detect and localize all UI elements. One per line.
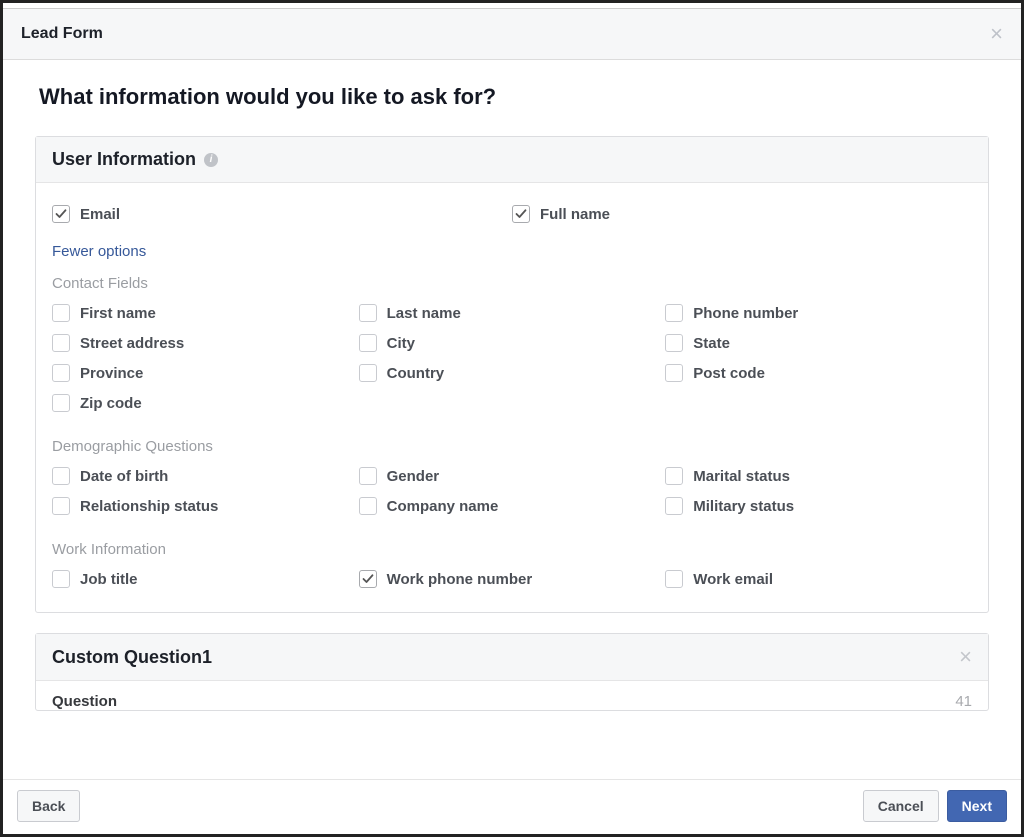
modal-header: Lead Form × bbox=[3, 9, 1021, 60]
remove-question-icon[interactable]: × bbox=[959, 646, 972, 668]
fewer-options-link[interactable]: Fewer options bbox=[52, 243, 146, 260]
custom-question-row: Question 41 bbox=[36, 681, 988, 710]
checkbox-company-name[interactable]: Company name bbox=[359, 497, 662, 515]
cancel-button[interactable]: Cancel bbox=[863, 790, 939, 822]
modal-footer: Back Cancel Next bbox=[3, 779, 1021, 834]
contact-fields-label: Contact Fields bbox=[52, 275, 972, 292]
footer-right: Cancel Next bbox=[863, 790, 1007, 822]
question-field-label: Question bbox=[52, 693, 117, 710]
user-information-header: User Information i bbox=[36, 137, 988, 183]
checkbox-phone-number[interactable]: Phone number bbox=[665, 304, 968, 322]
checkbox-date-of-birth[interactable]: Date of birth bbox=[52, 467, 355, 485]
checkbox-gender[interactable]: Gender bbox=[359, 467, 662, 485]
work-info-row: Job title Work phone number Work email bbox=[52, 564, 972, 594]
checkbox-country[interactable]: Country bbox=[359, 364, 662, 382]
page-title: What information would you like to ask f… bbox=[39, 84, 985, 110]
user-information-body: Email Full name Fewer options C bbox=[36, 183, 988, 612]
modal-title: Lead Form bbox=[21, 25, 103, 43]
contact-fields-row: First name Last name Phone number Street… bbox=[52, 298, 972, 418]
custom-question-header: Custom Question1 × bbox=[36, 634, 988, 681]
checkbox-province[interactable]: Province bbox=[52, 364, 355, 382]
checkbox-full-name[interactable]: Full name bbox=[512, 205, 968, 223]
checkbox-state[interactable]: State bbox=[665, 334, 968, 352]
user-information-panel: User Information i Email bbox=[35, 136, 989, 613]
checkbox-post-code[interactable]: Post code bbox=[665, 364, 968, 382]
question-char-count: 41 bbox=[955, 693, 972, 710]
checkbox-full-name-label: Full name bbox=[540, 206, 610, 223]
back-button[interactable]: Back bbox=[17, 790, 80, 822]
checkbox-marital-status[interactable]: Marital status bbox=[665, 467, 968, 485]
custom-question-panel: Custom Question1 × Question 41 bbox=[35, 633, 989, 711]
checkbox-city[interactable]: City bbox=[359, 334, 662, 352]
checkbox-work-phone-number[interactable]: Work phone number bbox=[359, 570, 662, 588]
demographic-row: Date of birth Gender Marital status Rela… bbox=[52, 461, 972, 521]
checkbox-last-name[interactable]: Last name bbox=[359, 304, 662, 322]
checkbox-email[interactable]: Email bbox=[52, 205, 508, 223]
info-icon[interactable]: i bbox=[204, 153, 218, 167]
work-info-label: Work Information bbox=[52, 541, 972, 558]
checkbox-relationship-status[interactable]: Relationship status bbox=[52, 497, 355, 515]
primary-fields-row: Email Full name bbox=[52, 199, 972, 229]
custom-question-title: Custom Question1 bbox=[52, 647, 212, 668]
user-information-title: User Information bbox=[52, 149, 196, 170]
checkbox-first-name[interactable]: First name bbox=[52, 304, 355, 322]
checkbox-job-title[interactable]: Job title bbox=[52, 570, 355, 588]
demographic-label: Demographic Questions bbox=[52, 438, 972, 455]
lead-form-modal: Lead Form × What information would you l… bbox=[0, 0, 1024, 837]
next-button[interactable]: Next bbox=[947, 790, 1007, 822]
checkbox-street-address[interactable]: Street address bbox=[52, 334, 355, 352]
checkbox-email-label: Email bbox=[80, 206, 120, 223]
modal-body: What information would you like to ask f… bbox=[3, 60, 1021, 779]
checkbox-zip-code[interactable]: Zip code bbox=[52, 394, 355, 412]
checkbox-military-status[interactable]: Military status bbox=[665, 497, 968, 515]
close-icon[interactable]: × bbox=[990, 23, 1003, 45]
checkbox-work-email[interactable]: Work email bbox=[665, 570, 968, 588]
